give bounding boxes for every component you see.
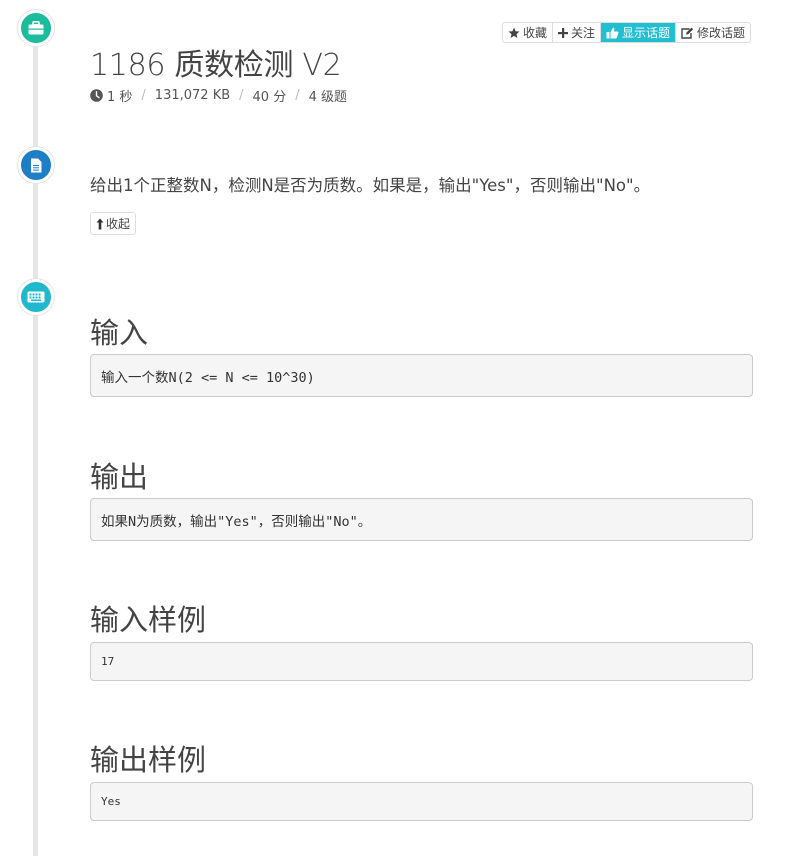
output-description-text: 如果N为质数，输出"Yes"，否则输出"No"。 [101, 513, 372, 530]
keyboard-icon [18, 279, 54, 315]
follow-button[interactable]: 关注 [553, 23, 602, 42]
meta-separator: / [239, 88, 244, 103]
sample-output-text: Yes [101, 795, 121, 808]
problem-toolbar: 收藏 关注 显示话题 修改话题 [502, 22, 752, 43]
problem-description: 给出1个正整数N，检测N是否为质数。如果是，输出"Yes"，否则输出"No"。 [90, 176, 651, 195]
input-description-text: 输入一个数N(2 <= N <= 10^30) [101, 369, 315, 386]
output-heading: 输出 [90, 460, 149, 494]
memory-limit: 131,072 KB [154, 88, 231, 103]
clock-icon [90, 89, 103, 102]
show-topic-label: 显示话题 [622, 26, 671, 40]
output-description-box: 如果N为质数，输出"Yes"，否则输出"No"。 [90, 498, 753, 541]
arrow-up-icon [96, 218, 104, 229]
score: 40 分 [252, 90, 287, 105]
time-limit: 1 秒 [107, 90, 133, 105]
timeline-line [33, 20, 38, 856]
follow-label: 关注 [571, 26, 596, 40]
favorite-label: 收藏 [523, 26, 548, 40]
problem-meta: 1 秒 / 131,072 KB / 40 分 / 4 级题 [90, 86, 347, 105]
input-description-box: 输入一个数N(2 <= N <= 10^30) [90, 354, 753, 397]
favorite-button[interactable]: 收藏 [503, 23, 554, 42]
edit-icon [681, 27, 694, 39]
document-icon [18, 147, 54, 183]
sample-input-heading: 输入样例 [90, 603, 207, 637]
input-heading: 输入 [90, 316, 149, 350]
plus-icon [558, 27, 569, 38]
collapse-button[interactable]: 收起 [90, 212, 137, 235]
briefcase-icon [18, 10, 54, 46]
sample-output-heading: 输出样例 [90, 743, 207, 777]
sample-input-text: 17 [101, 655, 115, 668]
edit-topic-label: 修改话题 [697, 26, 746, 40]
show-topic-button[interactable]: 显示话题 [601, 23, 677, 42]
level: 4 级题 [308, 90, 348, 105]
collapse-label: 收起 [106, 217, 131, 231]
thumbs-up-icon [606, 27, 619, 38]
meta-separator: / [141, 88, 146, 103]
meta-separator: / [295, 88, 300, 103]
star-icon [508, 27, 520, 38]
edit-topic-button[interactable]: 修改话题 [676, 23, 750, 42]
sample-input-box: 17 [90, 642, 753, 681]
sample-output-box: Yes [90, 782, 753, 821]
page-title: 1186 质数检测 V2 [90, 48, 342, 83]
